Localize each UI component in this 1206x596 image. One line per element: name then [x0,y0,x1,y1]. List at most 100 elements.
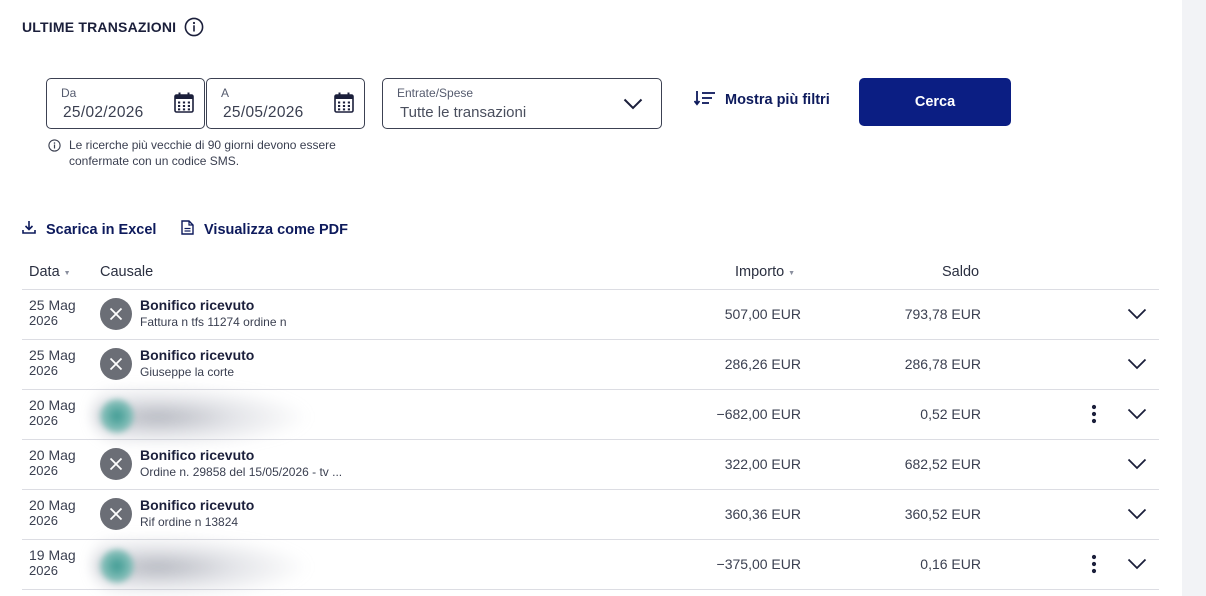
row-date-day: 20 Mag [29,447,76,463]
row-date-day: 25 Mag [29,297,76,313]
row-date-year: 2026 [29,563,58,578]
info-circle-icon [48,139,61,169]
row-title: Bonifico ricevuto [140,447,255,463]
date-from-label: Da [61,86,77,100]
download-excel-label: Scarica in Excel [46,221,157,238]
more-filters-button[interactable]: Mostra più filtri [693,90,830,110]
view-pdf-link[interactable]: Visualizza come PDF [181,220,348,240]
column-header-description: Causale [100,264,153,280]
row-amount: 507,00 EUR [724,306,801,322]
table-row[interactable]: 20 Mag 2026 Bonifico ricevuto Rif ordine … [22,490,1159,540]
column-header-balance-label: Saldo [942,264,980,280]
table-row[interactable]: 20 Mag 2026 Bonifico ricevuto Ordine n. 2… [22,440,1159,490]
row-balance: 682,52 EUR [904,456,981,472]
calendar-icon[interactable] [174,92,194,118]
row-date: 20 Mag 2026 [29,397,76,429]
row-date-year: 2026 [29,363,58,378]
transaction-type-select[interactable]: Entrate/Spese Tutte le transazioni [382,78,662,129]
column-header-date-label: Data [29,264,60,280]
row-subtitle: Rif ordine n 13824 [140,515,239,529]
table-row[interactable]: 20 Mag 2026 −682,00 EUR 0,52 EUR [22,384,1159,444]
close-circle-icon [100,348,132,380]
close-circle-icon [100,298,132,330]
row-title: Bonifico ricevuto [140,297,255,313]
row-amount: 322,00 EUR [724,456,801,472]
row-date: 25 Mag 2026 [29,297,76,329]
redacted-avatar [100,549,134,583]
row-balance: 360,52 EUR [904,506,981,522]
more-options-icon[interactable] [1091,554,1097,579]
row-balance: 793,78 EUR [904,306,981,322]
sort-filter-icon [693,90,716,110]
row-date-year: 2026 [29,313,58,328]
row-title: Bonifico ricevuto [140,347,255,363]
row-date-day: 20 Mag [29,497,76,513]
redacted-avatar [100,399,134,433]
row-subtitle: Giuseppe la corte [140,365,235,379]
row-amount: 286,26 EUR [724,356,801,372]
table-row[interactable]: 19 Mag 2026 −375,00 EUR 0,16 EUR [22,534,1159,594]
column-header-description-label: Causale [100,264,154,280]
row-date: 25 Mag 2026 [29,347,76,379]
chevron-down-icon[interactable] [1127,557,1147,575]
view-pdf-label: Visualizza come PDF [204,222,348,238]
row-balance: 0,52 EUR [920,406,981,422]
sms-info-note: Le ricerche più vecchie di 90 giorni dev… [48,137,368,169]
chevron-down-icon[interactable] [1127,407,1147,425]
row-amount: 360,36 EUR [724,506,801,522]
close-circle-icon [100,448,132,480]
scroll-gutter [1182,0,1206,596]
page-title: ULTIME TRANSAZIONI [22,19,177,35]
chevron-down-icon[interactable] [1127,507,1147,525]
transactions-list: 25 Mag 2026 Bonifico ricevuto Fattura n t… [22,290,1159,594]
section-header: ULTIME TRANSAZIONI [22,16,204,38]
chevron-down-icon[interactable] [1127,357,1147,375]
row-balance: 0,16 EUR [920,556,981,572]
search-button[interactable]: Cerca [859,78,1011,126]
transaction-type-label: Entrate/Spese [397,86,474,100]
chevron-down-icon[interactable] [1127,457,1147,475]
row-date-year: 2026 [29,463,58,478]
date-from-value[interactable]: 25/02/2026 [63,104,144,122]
row-date-day: 19 Mag [29,547,76,563]
column-header-date[interactable]: Data ▼ [29,264,71,280]
row-date: 20 Mag 2026 [29,497,76,529]
row-amount: −375,00 EUR [716,556,801,572]
table-header: Data ▼ Causale Importo ▼ Saldo [22,258,1159,290]
transaction-type-value[interactable]: Tutte le transazioni [400,104,526,121]
row-balance: 286,78 EUR [904,356,981,372]
table-row[interactable]: 25 Mag 2026 Bonifico ricevuto Giuseppe la… [22,340,1159,390]
row-date: 20 Mag 2026 [29,447,76,479]
more-filters-label: Mostra più filtri [725,92,830,108]
date-to-field[interactable]: A 25/05/2026 [206,78,365,129]
document-icon [181,220,194,240]
row-date-day: 20 Mag [29,397,76,413]
date-to-label: A [221,86,230,100]
info-circle-icon[interactable] [184,17,204,37]
more-options-icon[interactable] [1091,404,1097,429]
row-title: Bonifico ricevuto [140,497,255,513]
download-icon [22,220,36,239]
column-header-balance: Saldo [942,264,979,280]
row-subtitle: Ordine n. 29858 del 15/05/2026 - tv ... [140,465,343,479]
row-date-year: 2026 [29,513,58,528]
date-from-field[interactable]: Da 25/02/2026 [46,78,205,129]
close-circle-icon [100,498,132,530]
row-subtitle: Fattura n tfs 11274 ordine n [140,315,287,329]
sms-info-text: Le ricerche più vecchie di 90 giorni dev… [69,138,336,168]
table-row[interactable]: 25 Mag 2026 Bonifico ricevuto Fattura n t… [22,290,1159,340]
calendar-icon[interactable] [334,92,354,118]
row-date-day: 25 Mag [29,347,76,363]
row-amount: −682,00 EUR [716,406,801,422]
sort-arrow-icon: ▼ [63,269,71,277]
column-header-amount[interactable]: Importo ▼ [735,264,795,280]
date-to-value[interactable]: 25/05/2026 [223,104,304,122]
transactions-page: ULTIME TRANSAZIONI Da 25/02/2026 A 25/05… [0,0,1206,596]
download-excel-link[interactable]: Scarica in Excel [22,220,156,239]
chevron-down-icon[interactable] [623,97,643,115]
row-date: 19 Mag 2026 [29,547,76,579]
column-header-amount-label: Importo [735,264,785,280]
chevron-down-icon[interactable] [1127,307,1147,325]
row-date-year: 2026 [29,413,58,428]
sort-arrow-icon: ▼ [788,269,796,277]
